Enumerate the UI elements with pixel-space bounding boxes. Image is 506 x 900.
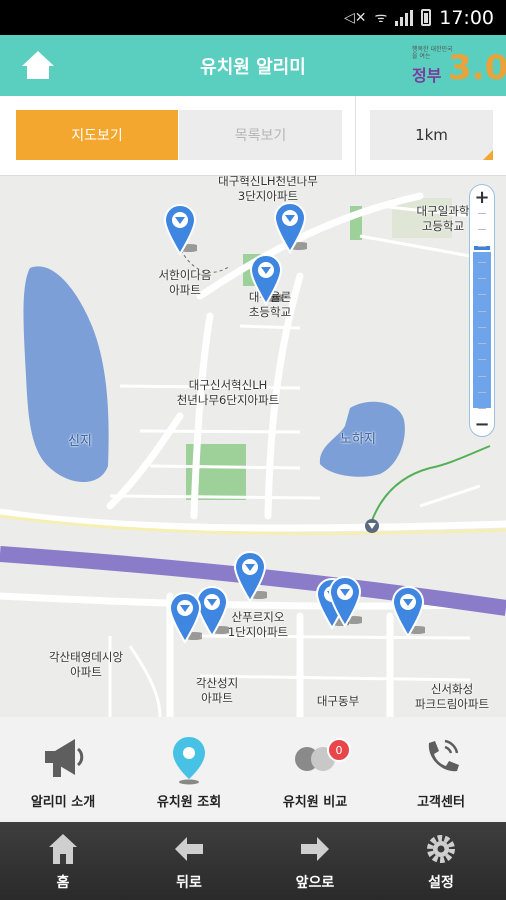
zoom-tick xyxy=(478,294,486,296)
zoom-level-fill xyxy=(473,248,491,408)
kindergarten-pin[interactable] xyxy=(391,586,425,638)
kindergarten-pin[interactable] xyxy=(249,254,283,306)
menu-item-intro[interactable]: 알리미 소개 xyxy=(0,717,126,822)
map-label: 대구혁신LH천년나무 3단지아파트 xyxy=(218,176,318,203)
gear-icon xyxy=(427,835,455,863)
zoom-tick xyxy=(478,310,486,312)
view-tabs: 지도보기 목록보기 1km xyxy=(0,96,506,176)
bottom-nav: 홈 뒤로 앞으로 설정 xyxy=(0,822,506,900)
menu-item-label: 고객센터 xyxy=(417,795,465,810)
zoom-tick xyxy=(478,213,486,214)
nav-label: 홈 xyxy=(56,875,70,891)
nav-back-button[interactable]: 뒤로 xyxy=(126,822,252,900)
kindergarten-pin[interactable] xyxy=(163,204,197,256)
map-label: 신지 xyxy=(68,434,92,449)
map-label: 노하지 xyxy=(340,432,376,447)
zoom-tick xyxy=(478,391,486,393)
zoom-tick xyxy=(478,326,486,328)
kindergarten-pin[interactable] xyxy=(273,202,307,254)
dropdown-corner-icon xyxy=(483,150,493,160)
home-icon xyxy=(49,834,77,864)
menu-item-label: 알리미 소개 xyxy=(30,795,96,810)
distance-select[interactable]: 1km xyxy=(370,110,493,160)
zoom-out-button[interactable]: − xyxy=(470,413,494,435)
nav-home-button[interactable]: 홈 xyxy=(0,822,126,900)
menu-item-search[interactable]: 유치원 조회 xyxy=(126,717,252,822)
phone-icon xyxy=(428,739,459,772)
zoom-tick xyxy=(478,375,486,377)
menu-item-label: 유치원 조회 xyxy=(156,795,222,810)
nav-label: 뒤로 xyxy=(176,875,202,891)
menu-item-label: 유치원 비교 xyxy=(282,795,348,810)
menu-item-support[interactable]: 고객센터 xyxy=(378,717,504,822)
bottom-menu: 알리미 소개 유치원 조회 0 유치원 비교 고객센터 xyxy=(0,717,506,822)
status-time: 17:00 xyxy=(439,6,494,29)
zoom-tick xyxy=(478,278,486,279)
map-label: 대구일과학 고등학교 xyxy=(416,204,470,233)
back-arrow-icon xyxy=(175,837,203,861)
megaphone-icon xyxy=(45,739,84,777)
zoom-tick xyxy=(478,261,486,263)
map-label: 대구신서혁신LH 천년나무6단지아파트 xyxy=(176,378,280,407)
page-title: 유치원 알리미 xyxy=(200,56,306,78)
map-label: 신서화성 파크드림아파트 xyxy=(414,682,490,711)
zoom-tick xyxy=(478,408,486,409)
tab-list-view[interactable]: 목록보기 xyxy=(179,110,342,160)
nav-forward-button[interactable]: 앞으로 xyxy=(252,822,378,900)
zoom-tick xyxy=(478,245,486,247)
signal-icon xyxy=(395,9,414,26)
map-label: 서한이다음 아파트 xyxy=(158,268,212,297)
divider xyxy=(355,96,356,176)
zoom-control: + − xyxy=(469,184,495,437)
app-header: 유치원 알리미 행복한 대한민국을 여는 정부 3.0 xyxy=(0,35,506,96)
battery-icon xyxy=(421,9,432,26)
zoom-tick xyxy=(478,359,486,361)
map-label: 산푸르지오 1단지아파트 xyxy=(227,610,289,639)
forward-arrow-icon xyxy=(301,837,329,861)
location-pin-icon xyxy=(173,737,205,785)
nav-label: 앞으로 xyxy=(295,875,335,891)
kindergarten-pin[interactable] xyxy=(328,576,362,628)
gov-logo: 행복한 대한민국을 여는 정부 3.0 xyxy=(412,46,506,88)
distance-value: 1km xyxy=(415,126,448,144)
map-label: 대구동부 xyxy=(316,694,360,708)
kindergarten-pin[interactable] xyxy=(168,592,202,644)
mute-icon: ◁✕ xyxy=(343,9,367,26)
map-label: 각산태영데시앙 아파트 xyxy=(48,650,124,679)
home-button[interactable] xyxy=(20,49,56,81)
home-icon xyxy=(22,51,54,79)
compare-count-badge: 0 xyxy=(327,738,351,762)
map-view[interactable]: 대구혁신LH천년나무 3단지아파트 대구일과학 고등학교 서한이다음 아파트 대… xyxy=(0,176,506,717)
nav-label: 설정 xyxy=(428,875,454,891)
zoom-tick xyxy=(478,229,486,231)
status-bar: ◁✕ ᯤ 17:00 xyxy=(0,0,506,35)
zoom-in-button[interactable]: + xyxy=(470,186,494,208)
nav-settings-button[interactable]: 설정 xyxy=(378,822,504,900)
map-label: 각산성지 아파트 xyxy=(195,676,239,705)
wifi-icon: ᯤ xyxy=(374,10,388,26)
tab-map-view[interactable]: 지도보기 xyxy=(16,110,178,160)
menu-item-compare[interactable]: 0 유치원 비교 xyxy=(252,717,378,822)
kindergarten-pin[interactable] xyxy=(233,551,267,603)
zoom-tick xyxy=(478,343,486,344)
